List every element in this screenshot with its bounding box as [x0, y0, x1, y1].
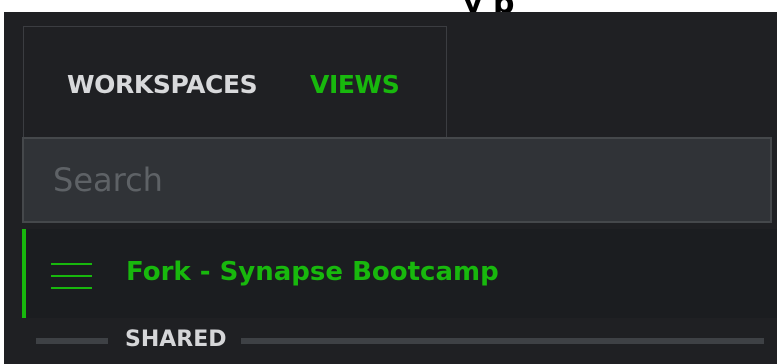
tab-views[interactable]: VIEWS [310, 65, 400, 105]
menu-icon [51, 263, 92, 290]
selected-item-indicator [22, 229, 26, 318]
menu-icon-line [51, 275, 92, 277]
view-item-fork-synapse-bootcamp[interactable]: Fork - Synapse Bootcamp [22, 229, 777, 318]
tab-workspaces[interactable]: WORKSPACES [67, 65, 258, 105]
section-divider-line-left [36, 338, 108, 344]
shared-section-divider: SHARED [36, 323, 764, 357]
shared-section-label: SHARED [125, 327, 227, 352]
search-input[interactable] [22, 137, 772, 223]
section-divider-line-right [241, 338, 764, 344]
screen: y p WORKSPACES VIEWS Fork - Synapse Boot… [0, 0, 777, 364]
tab-strip: WORKSPACES VIEWS [23, 26, 447, 142]
menu-icon-line [51, 263, 92, 265]
menu-icon-line [51, 287, 92, 289]
view-item-label: Fork - Synapse Bootcamp [126, 257, 499, 287]
views-panel: WORKSPACES VIEWS Fork - Synapse Bootcamp… [4, 12, 777, 364]
